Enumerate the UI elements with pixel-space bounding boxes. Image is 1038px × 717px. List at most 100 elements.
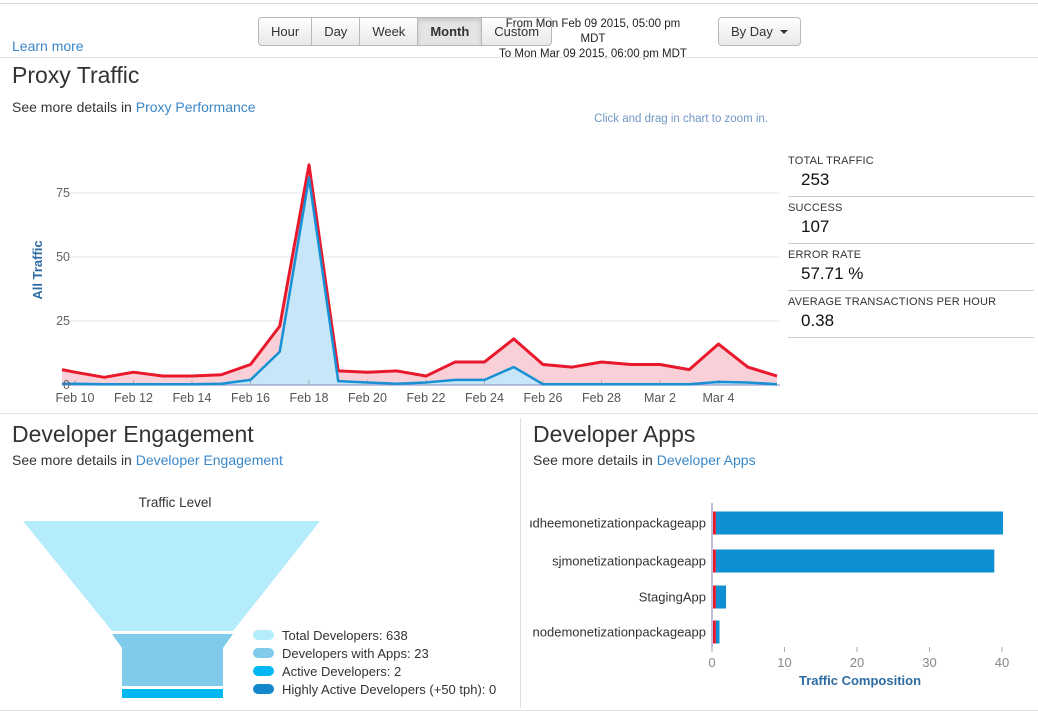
- bottom-border: [0, 710, 1038, 711]
- top-border: [0, 3, 1038, 4]
- legend-swatch: [253, 666, 274, 676]
- by-day-label: By Day: [731, 24, 773, 39]
- stat-value: 107: [788, 214, 1034, 237]
- x-tick-label: Feb 26: [524, 391, 563, 405]
- vertical-divider: [520, 418, 521, 708]
- developer-apps-bar-chart[interactable]: sudheemonetizationpackageapp sjmonetizati…: [530, 495, 1035, 690]
- area-success: [62, 178, 777, 385]
- dashboard-page: Learn more HourDayWeekMonthCustom From M…: [0, 0, 1038, 717]
- by-day-dropdown-button[interactable]: By Day: [718, 17, 801, 46]
- date-range-display: From Mon Feb 09 2015, 05:00 pm MDT To Mo…: [498, 17, 688, 62]
- legend-row: Developers with Apps: 23: [253, 644, 496, 662]
- proxy-traffic-subtitle: See more details in Proxy Performance: [12, 99, 256, 115]
- x-tick-label: Feb 12: [114, 391, 153, 405]
- legend-label: Active Developers: 2: [282, 664, 401, 679]
- stat-value: 0.38: [788, 308, 1034, 331]
- proxy-performance-link[interactable]: Proxy Performance: [136, 99, 256, 115]
- stat-label: SUCCESS: [788, 202, 1034, 214]
- legend-swatch: [253, 630, 274, 640]
- bar-error-segment[interactable]: [713, 512, 716, 535]
- bar-success-segment[interactable]: [716, 512, 1003, 535]
- stat-row: SUCCESS107: [788, 197, 1034, 244]
- funnel-legend: Total Developers: 638 Developers with App…: [253, 626, 496, 698]
- legend-swatch: [253, 684, 274, 694]
- developer-apps-title: Developer Apps: [533, 421, 695, 448]
- y-tick-label: 0: [63, 378, 70, 392]
- x-tick-label: Feb 10: [56, 391, 95, 405]
- bar-category-label: sjmonetizationpackageapp: [552, 554, 706, 569]
- x-tick-label: Feb 20: [348, 391, 387, 405]
- funnel-segment-developers-with-apps[interactable]: [112, 634, 233, 686]
- x-tick-label: Feb 22: [407, 391, 446, 405]
- learn-more-link[interactable]: Learn more: [12, 38, 84, 54]
- developer-apps-subtitle: See more details in Developer Apps: [533, 452, 756, 468]
- bar-category-label: StagingApp: [639, 590, 706, 605]
- stat-row: AVERAGE TRANSACTIONS PER HOUR0.38: [788, 291, 1034, 338]
- stat-row: TOTAL TRAFFIC253: [788, 150, 1034, 197]
- subtitle-prefix: See more details in: [12, 452, 132, 468]
- stat-value: 57.71 %: [788, 261, 1034, 284]
- bar-category-label: nodemonetizationpackageapp: [533, 625, 706, 640]
- section-divider: [0, 413, 1038, 414]
- developer-apps-link[interactable]: Developer Apps: [657, 452, 756, 468]
- stat-label: AVERAGE TRANSACTIONS PER HOUR: [788, 296, 1034, 308]
- proxy-traffic-title: Proxy Traffic: [12, 62, 139, 89]
- y-tick-label: 75: [56, 186, 70, 200]
- developer-engagement-link[interactable]: Developer Engagement: [136, 452, 283, 468]
- subtitle-prefix: See more details in: [12, 99, 132, 115]
- developer-engagement-subtitle: See more details in Developer Engagement: [12, 452, 283, 468]
- legend-swatch: [253, 648, 274, 658]
- x-tick-label: 30: [922, 655, 936, 670]
- x-tick-label: Feb 28: [582, 391, 621, 405]
- legend-label: Total Developers: 638: [282, 628, 408, 643]
- success-line: [62, 178, 777, 385]
- x-tick-label: Feb 18: [290, 391, 329, 405]
- area-all-traffic: [62, 165, 777, 385]
- legend-label: Highly Active Developers (+50 tph): 0: [282, 682, 496, 697]
- x-tick-label: Feb 16: [231, 391, 270, 405]
- x-tick-label: 40: [995, 655, 1009, 670]
- funnel-segment-total-developers[interactable]: [23, 521, 320, 631]
- range-button-week[interactable]: Week: [359, 17, 418, 46]
- y-tick-label: 25: [56, 314, 70, 328]
- stat-label: TOTAL TRAFFIC: [788, 155, 1034, 167]
- proxy-traffic-area-chart[interactable]: Feb 10 Feb 12 Feb 14 Feb 16 Feb 18 Feb 20 Feb …: [30, 140, 790, 405]
- bar-category-label: sudheemonetizationpackageapp: [530, 516, 706, 531]
- stat-value: 253: [788, 167, 1034, 190]
- subtitle-prefix: See more details in: [533, 452, 653, 468]
- all-traffic-line: [62, 165, 777, 377]
- legend-row: Total Developers: 638: [253, 626, 496, 644]
- bar-success-segment[interactable]: [716, 550, 994, 573]
- funnel-title: Traffic Level: [139, 495, 212, 510]
- y-tick-label: 50: [56, 250, 70, 264]
- range-button-month[interactable]: Month: [417, 17, 482, 46]
- x-tick-label: Mar 4: [703, 391, 735, 405]
- x-axis-title: Traffic Composition: [799, 673, 921, 688]
- legend-row: Active Developers: 2: [253, 662, 496, 680]
- legend-label: Developers with Apps: 23: [282, 646, 429, 661]
- toolbar-divider: [0, 57, 1038, 58]
- x-tick-label: 20: [850, 655, 864, 670]
- x-tick-label: Feb 24: [465, 391, 504, 405]
- bar-error-segment[interactable]: [713, 586, 716, 609]
- x-tick-label: 10: [777, 655, 791, 670]
- y-axis-title: All Traffic: [30, 240, 45, 299]
- legend-row: Highly Active Developers (+50 tph): 0: [253, 680, 496, 698]
- bar-success-segment[interactable]: [716, 621, 720, 644]
- chevron-down-icon: [780, 30, 788, 34]
- x-tick-label: Mar 2: [644, 391, 676, 405]
- traffic-stats-panel: TOTAL TRAFFIC253SUCCESS107ERROR RATE57.7…: [788, 150, 1034, 338]
- date-from: From Mon Feb 09 2015, 05:00 pm MDT: [498, 17, 688, 47]
- developer-engagement-title: Developer Engagement: [12, 421, 254, 448]
- date-to: To Mon Mar 09 2015, 06:00 pm MDT: [498, 47, 688, 62]
- range-button-day[interactable]: Day: [311, 17, 360, 46]
- chart-zoom-hint: Click and drag in chart to zoom in.: [520, 113, 768, 125]
- stat-label: ERROR RATE: [788, 249, 1034, 261]
- funnel-segment-active-developers[interactable]: [122, 689, 223, 698]
- stat-row: ERROR RATE57.71 %: [788, 244, 1034, 291]
- range-button-hour[interactable]: Hour: [258, 17, 312, 46]
- bar-success-segment[interactable]: [716, 586, 726, 609]
- bar-error-segment[interactable]: [713, 550, 716, 573]
- bar-error-segment[interactable]: [713, 621, 716, 644]
- x-tick-label: Feb 14: [173, 391, 212, 405]
